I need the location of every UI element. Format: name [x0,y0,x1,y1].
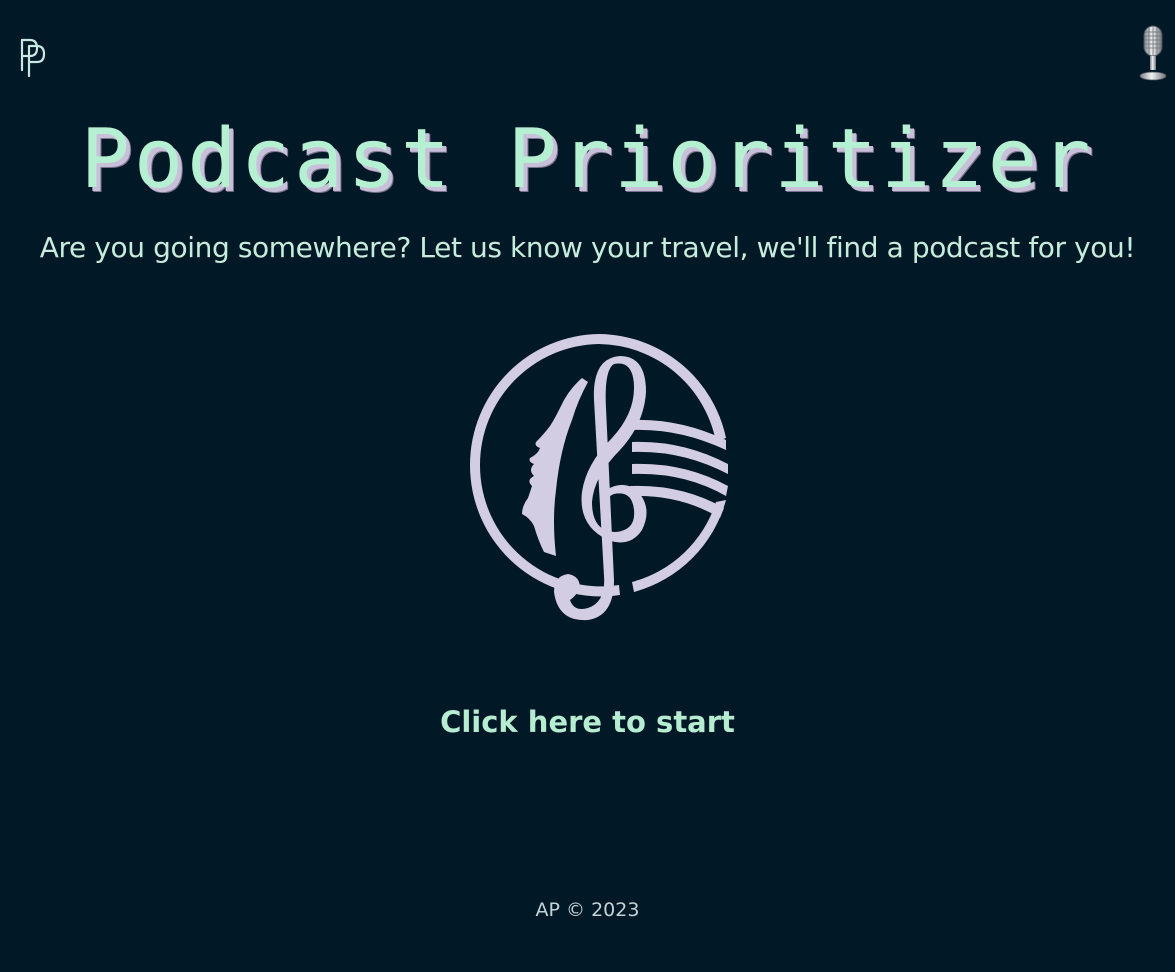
microphone-icon[interactable] [1136,24,1170,82]
start-link[interactable]: Click here to start [0,700,1175,744]
pp-monogram-icon[interactable] [18,36,48,78]
tagline: Are you going somewhere? Let us know you… [39,231,1136,264]
page-title: Podcast Prioritizer [80,112,1095,207]
footer-copyright: AP © 2023 [535,899,640,921]
treble-clef-face-emblem-icon [469,334,728,621]
landing-page: Podcast Prioritizer Are you going somewh… [0,0,1175,972]
start-link-label[interactable]: Click here to start [440,705,735,739]
